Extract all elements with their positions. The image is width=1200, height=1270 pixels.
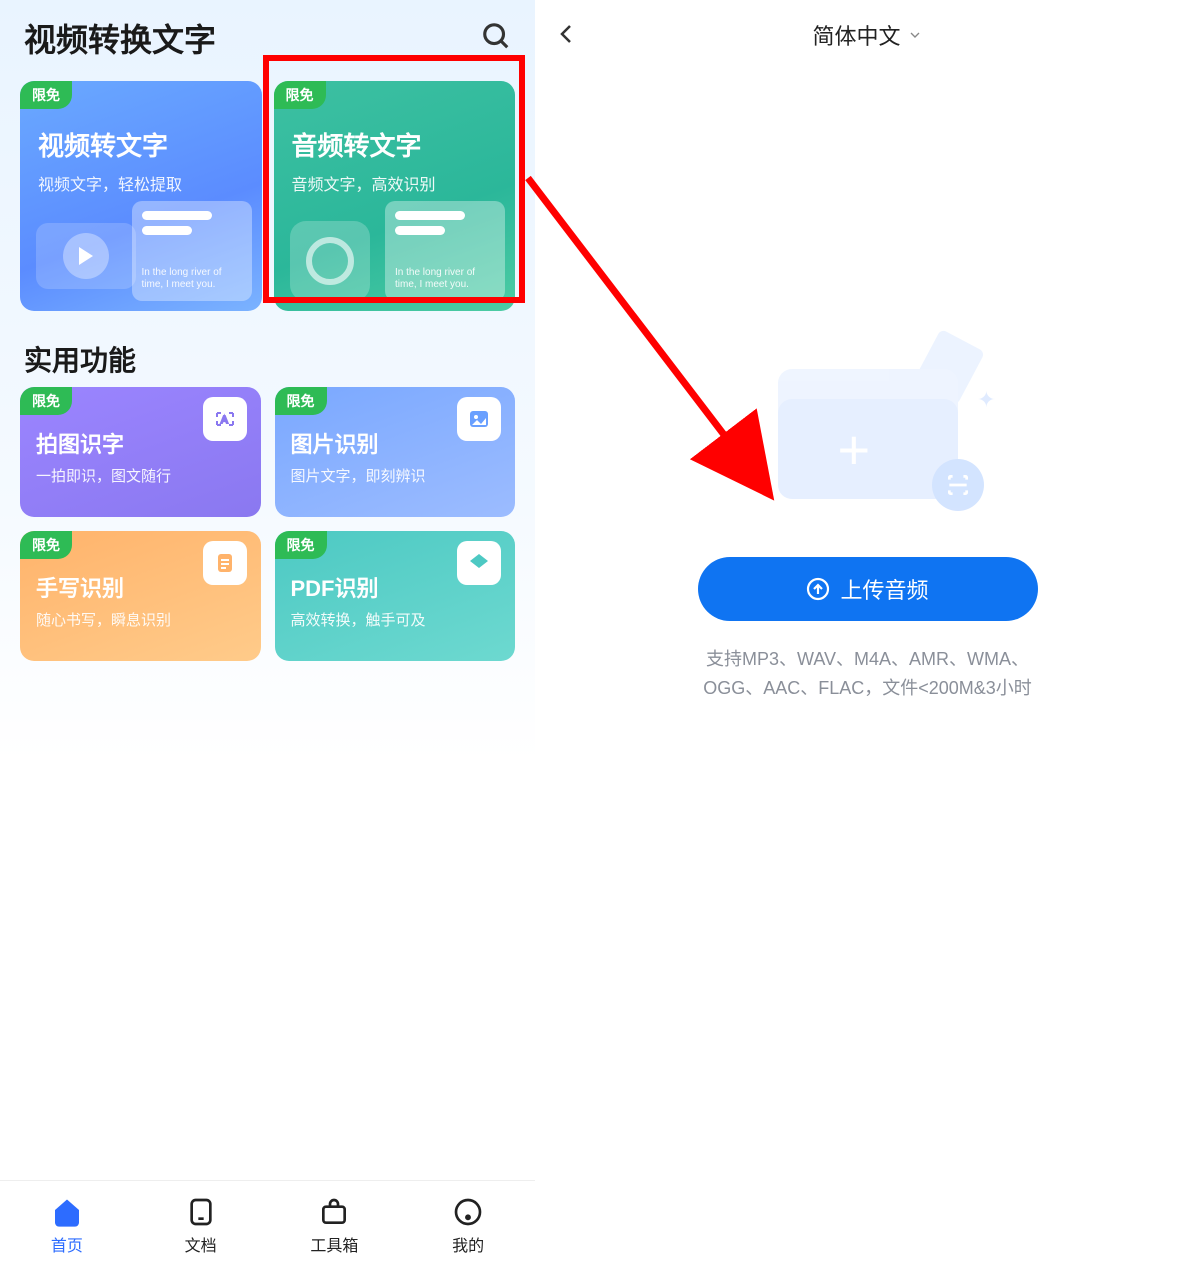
free-badge: 限免	[274, 81, 326, 109]
language-label: 简体中文	[812, 19, 900, 51]
card-subtitle: 高效转换，触手可及	[291, 609, 500, 630]
free-badge: 限免	[20, 81, 72, 109]
audio-icon	[290, 221, 370, 301]
pdf-icon	[457, 541, 501, 585]
pdf-recognition-card[interactable]: 限免 PDF识别 高效转换，触手可及	[275, 531, 516, 661]
handwriting-card[interactable]: 限免 手写识别 随心书写，瞬息识别	[20, 531, 261, 661]
tab-tools[interactable]: 工具箱	[268, 1181, 402, 1270]
free-badge: 限免	[20, 387, 72, 415]
image-icon	[457, 397, 501, 441]
card-subtitle: 随心书写，瞬息识别	[36, 609, 245, 630]
search-icon[interactable]	[481, 21, 511, 56]
card-title: 视频转文字	[38, 126, 244, 163]
free-badge: 限免	[275, 387, 327, 415]
ocr-icon: A	[203, 397, 247, 441]
upload-label: 上传音频	[840, 573, 928, 605]
audio-to-text-card[interactable]: 限免 音频转文字 音频文字，高效识别 In the long river of …	[274, 81, 516, 311]
card-subtitle: 音频文字，高效识别	[292, 171, 498, 195]
free-badge: 限免	[20, 531, 72, 559]
section-title: 实用功能	[0, 321, 535, 387]
supported-formats-text: 支持MP3、WAV、M4A、AMR、WMA、OGG、AAC、FLAC，文件<20…	[688, 645, 1048, 703]
play-icon	[36, 223, 136, 289]
card-title: 音频转文字	[292, 126, 498, 163]
card-subtitle: 一拍即识，图文随行	[36, 465, 245, 486]
tab-bar: 首页 文档 工具箱 我的	[0, 1180, 535, 1270]
folder-illustration: + ✦	[758, 337, 978, 517]
image-recognition-card[interactable]: 限免 图片识别 图片文字，即刻辨识	[275, 387, 516, 517]
card-subtitle: 视频文字，轻松提取	[38, 171, 244, 195]
tab-home[interactable]: 首页	[0, 1181, 134, 1270]
video-to-text-card[interactable]: 限免 视频转文字 视频文字，轻松提取 In the long river of …	[20, 81, 262, 311]
page-title: 视频转换文字	[24, 15, 216, 61]
upload-icon	[806, 577, 830, 601]
scan-icon	[932, 459, 984, 511]
note-preview: In the long river of time, I meet you.	[132, 201, 252, 301]
tab-label: 我的	[452, 1232, 484, 1256]
tab-docs[interactable]: 文档	[134, 1181, 268, 1270]
back-button[interactable]	[555, 22, 579, 51]
chevron-down-icon	[907, 27, 923, 43]
card-subtitle: 图片文字，即刻辨识	[291, 465, 500, 486]
upload-audio-button[interactable]: 上传音频	[698, 557, 1038, 621]
photo-ocr-card[interactable]: 限免 A 拍图识字 一拍即识，图文随行	[20, 387, 261, 517]
tab-profile[interactable]: 我的	[401, 1181, 535, 1270]
svg-text:A: A	[221, 415, 228, 426]
tab-label: 工具箱	[310, 1232, 358, 1256]
free-badge: 限免	[275, 531, 327, 559]
language-select[interactable]: 简体中文	[812, 19, 922, 51]
document-icon	[203, 541, 247, 585]
home-screen: 视频转换文字 限免 视频转文字 视频文字，轻松提取 In the long ri…	[0, 0, 535, 1270]
tab-label: 首页	[51, 1232, 83, 1256]
upload-screen: 简体中文 + ✦ 上传音频 支持MP3、WAV、M4A、AMR、WMA、OGG、…	[535, 0, 1200, 1270]
tab-label: 文档	[185, 1232, 217, 1256]
note-preview: In the long river of time, I meet you.	[385, 201, 505, 301]
